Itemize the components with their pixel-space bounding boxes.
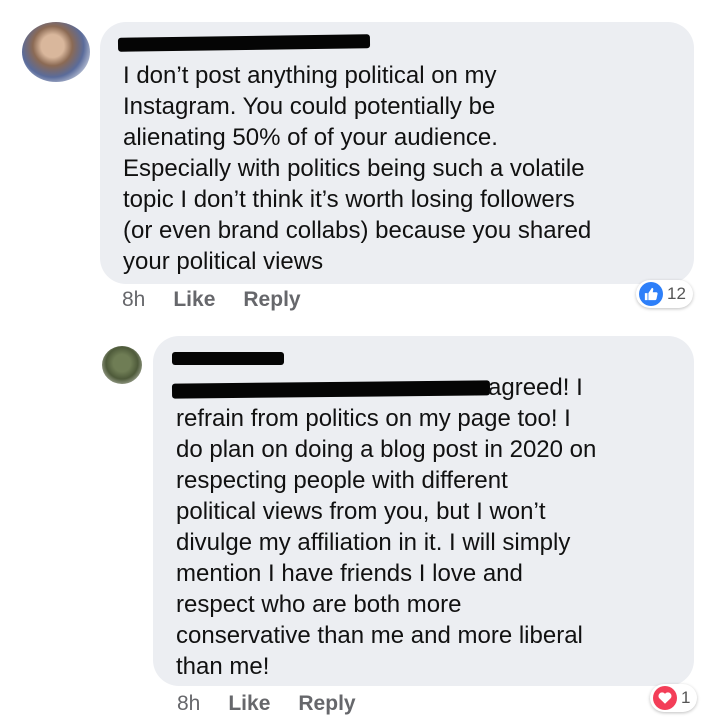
reply-text: agreed! I refrain from politics on my pa… <box>176 372 688 682</box>
reply-text-content: agreed! I refrain from politics on my pa… <box>176 374 597 680</box>
reply-actions: 8h Like Reply <box>177 692 356 716</box>
commenter-avatar[interactable] <box>22 22 90 82</box>
reaction-summary[interactable]: 1 <box>650 684 698 712</box>
reply-timestamp: 8h <box>177 692 201 715</box>
thumbs-up-icon <box>639 282 663 306</box>
reaction-count: 1 <box>681 688 691 707</box>
comment-text: I don’t post anything political on my In… <box>123 62 592 275</box>
reply-button[interactable]: Reply <box>298 692 355 716</box>
reaction-count: 12 <box>667 284 686 303</box>
comment-actions: 8h Like Reply <box>122 288 301 312</box>
redacted-name <box>172 352 284 365</box>
reply-button[interactable]: Reply <box>243 288 300 312</box>
heart-icon <box>653 686 677 710</box>
reaction-summary[interactable]: 12 <box>636 280 693 308</box>
comment-timestamp: 8h <box>122 288 146 311</box>
like-button[interactable]: Like <box>173 288 215 312</box>
like-button[interactable]: Like <box>228 692 270 716</box>
reply-avatar[interactable] <box>102 346 142 384</box>
